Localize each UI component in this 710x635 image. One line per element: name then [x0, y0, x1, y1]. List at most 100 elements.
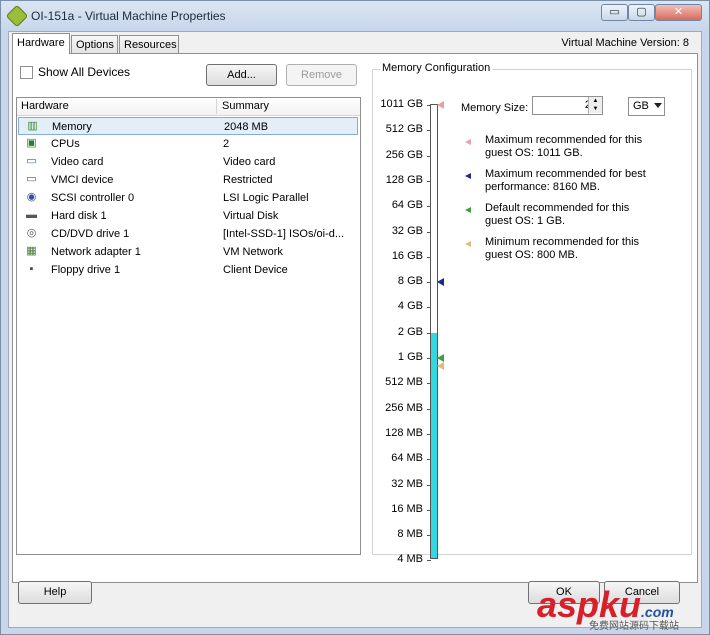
hardware-row[interactable]: ▥ Memory 2048 MB [18, 117, 358, 135]
memory-scale-tick [427, 256, 431, 258]
memory-scale-label: 16 MB [391, 502, 423, 515]
memory-scale-label: 8 MB [397, 528, 423, 541]
network-adapter-icon: ▦ [26, 245, 37, 257]
minimize-icon: ▭ [609, 6, 620, 18]
spin-down-icon[interactable]: ▼ [589, 105, 602, 113]
legend-marker-icon [465, 173, 471, 179]
memory-scale-tick [427, 231, 431, 233]
remove-device-button[interactable]: Remove [286, 64, 357, 86]
maximize-button[interactable]: ▢ [628, 4, 655, 21]
memory-scale-label: 256 MB [385, 401, 423, 414]
vm-properties-window: OI-151a - Virtual Machine Properties ▭ ▢… [0, 0, 710, 635]
memory-scale-label: 16 GB [391, 249, 423, 262]
hardware-name: Hard disk 1 [51, 210, 107, 222]
hardware-device-list[interactable]: Hardware Summary ▥ Memory 2048 MB ▣ CPUs 2 ▭ Vi… [16, 97, 361, 555]
tab-resources[interactable]: Resources [119, 35, 179, 53]
add-device-button[interactable]: Add... [206, 64, 277, 86]
vsphere-app-icon [5, 4, 29, 28]
hardware-row[interactable]: ▣ CPUs 2 [18, 135, 358, 153]
memory-legend-item: Minimum recommended for this guest OS: 80… [465, 236, 705, 262]
memory-scale-tick [427, 130, 431, 132]
memory-scale-tick [427, 180, 431, 182]
memory-scale-label: 1 GB [397, 351, 423, 363]
memory-unit-select[interactable]: GB [628, 97, 665, 116]
hardware-row[interactable]: ▭ Video card Video card [18, 153, 358, 171]
title-bar[interactable]: OI-151a - Virtual Machine Properties ▭ ▢… [1, 1, 709, 31]
legend-text-line2: performance: 8160 MB. [485, 181, 600, 193]
minimize-button[interactable]: ▭ [601, 4, 628, 21]
memory-scale-tick [427, 307, 431, 309]
hardware-summary: Client Device [223, 264, 288, 276]
help-button[interactable]: Help [18, 581, 92, 604]
hardware-name: Memory [52, 121, 92, 133]
maximize-icon: ▢ [636, 6, 647, 18]
hardware-summary: Video card [223, 156, 276, 168]
memory-legend-item: Maximum recommended for best performance:… [465, 168, 705, 194]
watermark-subtitle: 免费网站源码下载站 [589, 621, 679, 632]
hardware-row[interactable]: ▪ Floppy drive 1 Client Device [18, 261, 358, 279]
scsi-icon: ◉ [26, 191, 37, 203]
monitor-icon: ▭ [26, 155, 37, 167]
memory-size-field[interactable]: ▲ ▼ [532, 96, 603, 115]
tab-options[interactable]: Options [71, 35, 118, 53]
hardware-row[interactable]: ◎ CD/DVD drive 1 [Intel-SSD-1] ISOs/oi-d..… [18, 225, 358, 243]
hardware-name: VMCI device [51, 174, 114, 186]
column-divider[interactable] [216, 99, 217, 114]
floppy-icon: ▪ [29, 263, 34, 275]
vmci-icon: ▭ [26, 173, 37, 185]
memory-icon: ▥ [27, 120, 38, 132]
cd-dvd-icon: ◎ [26, 227, 37, 239]
hardware-row[interactable]: ▦ Network adapter 1 VM Network [18, 243, 358, 261]
memory-configuration-group: Memory Configuration 1011 GB 512 GB 256 GB… [372, 62, 692, 565]
memory-scale-tick [427, 358, 431, 359]
dialog-client: Hardware Options Resources Virtual Machi… [8, 31, 702, 628]
window-title: OI-151a - Virtual Machine Properties [31, 9, 226, 23]
memory-size-input[interactable] [533, 97, 593, 113]
memory-scale-tick [427, 433, 431, 435]
memory-scale-tick [427, 408, 431, 410]
memory-scale-label: 8 GB [397, 275, 423, 288]
hardware-list-header: Hardware Summary [17, 98, 360, 116]
legend-marker-icon [465, 139, 471, 145]
max-recommended-marker[interactable] [437, 101, 444, 109]
column-header-hardware[interactable]: Hardware [21, 100, 69, 112]
memory-size-label: Memory Size: [461, 102, 529, 114]
memory-scale-tick [427, 332, 431, 334]
best-performance-marker[interactable] [437, 278, 444, 287]
memory-scale-label: 64 MB [391, 452, 423, 465]
hardware-name: CD/DVD drive 1 [51, 228, 130, 240]
show-all-devices-label[interactable]: Show All Devices [38, 65, 130, 79]
legend-text-line2: guest OS: 1011 GB. [485, 147, 583, 159]
tab-hardware[interactable]: Hardware [12, 33, 70, 54]
hardware-row[interactable]: ▬ Hard disk 1 Virtual Disk [18, 207, 358, 225]
memory-size-spinner[interactable]: ▲ ▼ [588, 97, 602, 114]
memory-scale-label: 128 GB [385, 173, 423, 186]
legend-text-line1: Maximum recommended for this [485, 134, 643, 146]
close-button[interactable]: ✕ [655, 4, 702, 21]
hardware-name: Network adapter 1 [51, 246, 141, 258]
memory-configuration-title: Memory Configuration [380, 62, 493, 74]
memory-scale-label: 1011 GB [380, 98, 423, 110]
min-recommended-marker[interactable] [437, 361, 444, 370]
hardware-summary: LSI Logic Parallel [223, 192, 309, 204]
memory-scale-tick [427, 535, 431, 537]
hardware-name: SCSI controller 0 [51, 192, 135, 204]
column-header-summary[interactable]: Summary [222, 100, 269, 112]
close-icon: ✕ [673, 6, 684, 18]
memory-scale-label: 512 GB [385, 123, 423, 136]
show-all-devices-checkbox[interactable] [20, 66, 33, 79]
memory-scale-label: 256 GB [385, 148, 423, 161]
spin-up-icon[interactable]: ▲ [589, 97, 602, 105]
memory-scale-label: 4 GB [397, 300, 423, 313]
memory-scale-label: 512 MB [385, 376, 423, 389]
cpu-icon: ▣ [26, 137, 37, 149]
chevron-down-icon [654, 103, 662, 108]
legend-text-line2: guest OS: 800 MB. [485, 249, 578, 261]
memory-unit-value: GB [633, 100, 649, 112]
memory-scale-bar[interactable] [427, 101, 444, 562]
hardware-row[interactable]: ▭ VMCI device Restricted [18, 171, 358, 189]
memory-scale-tick [427, 282, 431, 284]
hardware-row[interactable]: ◉ SCSI controller 0 LSI Logic Parallel [18, 189, 358, 207]
memory-scale-label: 128 MB [385, 426, 423, 439]
memory-scale-tick [427, 484, 431, 486]
